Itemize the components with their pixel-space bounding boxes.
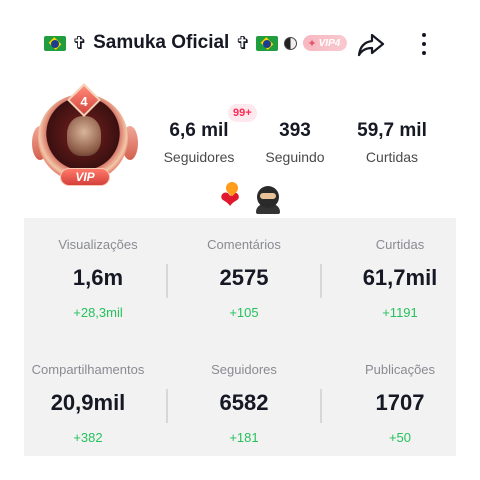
followers-label: Seguidores	[163, 149, 235, 165]
stat-label: Seguidores	[211, 362, 277, 377]
profile-name-row: ✞ Samuka Oficial ✞ ✦ VIP4	[44, 32, 348, 54]
stat-value: 61,7mil	[362, 265, 438, 290]
stat-delta: +1191	[382, 305, 418, 320]
stat-value: 6582	[219, 390, 269, 415]
brazil-flag-icon	[44, 35, 66, 51]
stat-value: 1,6m	[72, 265, 124, 290]
cross-icon: ✞	[72, 33, 88, 53]
likes-stat[interactable]: 59,7 mil Curtidas	[350, 120, 434, 166]
followers-count: 6,6 mil	[169, 120, 229, 141]
divider	[166, 389, 168, 423]
avatar-level-number: 4	[80, 93, 88, 109]
stat-value: 1707	[375, 390, 425, 415]
dot-icon	[422, 51, 426, 55]
dot-icon	[422, 42, 426, 46]
bio-emojis	[218, 184, 282, 214]
stat-posts[interactable]: Publicações 1707 +50	[328, 362, 472, 446]
ninja-icon	[254, 184, 282, 214]
divider	[320, 264, 322, 298]
stat-delta: +28,3mil	[73, 305, 123, 320]
divider	[320, 389, 322, 423]
divider	[166, 264, 168, 298]
stat-followers[interactable]: Seguidores 6582 +181	[172, 362, 316, 446]
stat-label: Comentários	[207, 237, 281, 252]
heart-on-fire-icon	[218, 184, 246, 214]
followers-stat[interactable]: 6,6 mil Seguidores	[160, 120, 238, 166]
analytics-panel: Visualizações 1,6m +28,3mil Comentários …	[24, 218, 456, 456]
more-options-button[interactable]	[412, 28, 436, 60]
stat-delta: +50	[388, 430, 412, 445]
stat-value: 2575	[219, 265, 269, 290]
avatar[interactable]: 4 VIP	[32, 83, 138, 188]
vip-level-label: VIP4	[318, 37, 341, 49]
cross-icon: ✞	[235, 33, 251, 53]
likes-label: Curtidas	[365, 149, 419, 165]
following-count: 393	[279, 120, 311, 141]
stat-delta: +105	[229, 305, 259, 320]
profile-header: ✞ Samuka Oficial ✞ ✦ VIP4	[0, 26, 480, 62]
following-label: Seguindo	[265, 149, 325, 165]
brazil-flag-icon	[256, 35, 279, 51]
stat-delta: +382	[73, 430, 103, 445]
likes-count: 59,7 mil	[357, 120, 427, 141]
vip-level-badge[interactable]: ✦ VIP4	[303, 35, 348, 51]
share-button[interactable]	[356, 30, 386, 60]
following-stat[interactable]: 393 Seguindo	[258, 120, 332, 166]
dot-icon	[422, 33, 426, 37]
stat-label: Publicações	[364, 362, 436, 377]
profile-name: Samuka Oficial	[93, 32, 230, 53]
stat-label: Curtidas	[375, 237, 425, 252]
wing-icon: ✦	[307, 37, 317, 50]
yinyang-icon	[284, 36, 298, 50]
stat-views[interactable]: Visualizações 1,6m +28,3mil	[26, 237, 170, 321]
stat-label: Visualizações	[58, 237, 138, 252]
avatar-vip-ribbon: VIP	[60, 168, 110, 186]
stat-label: Compartilhamentos	[31, 362, 145, 377]
stat-delta: +181	[229, 430, 259, 445]
stat-likes[interactable]: Curtidas 61,7mil +1191	[328, 237, 472, 321]
stat-shares[interactable]: Compartilhamentos 20,9mil +382	[16, 362, 160, 446]
avatar-image	[67, 116, 101, 156]
stat-comments[interactable]: Comentários 2575 +105	[172, 237, 316, 321]
stat-value: 20,9mil	[50, 390, 126, 415]
share-icon	[357, 33, 385, 57]
